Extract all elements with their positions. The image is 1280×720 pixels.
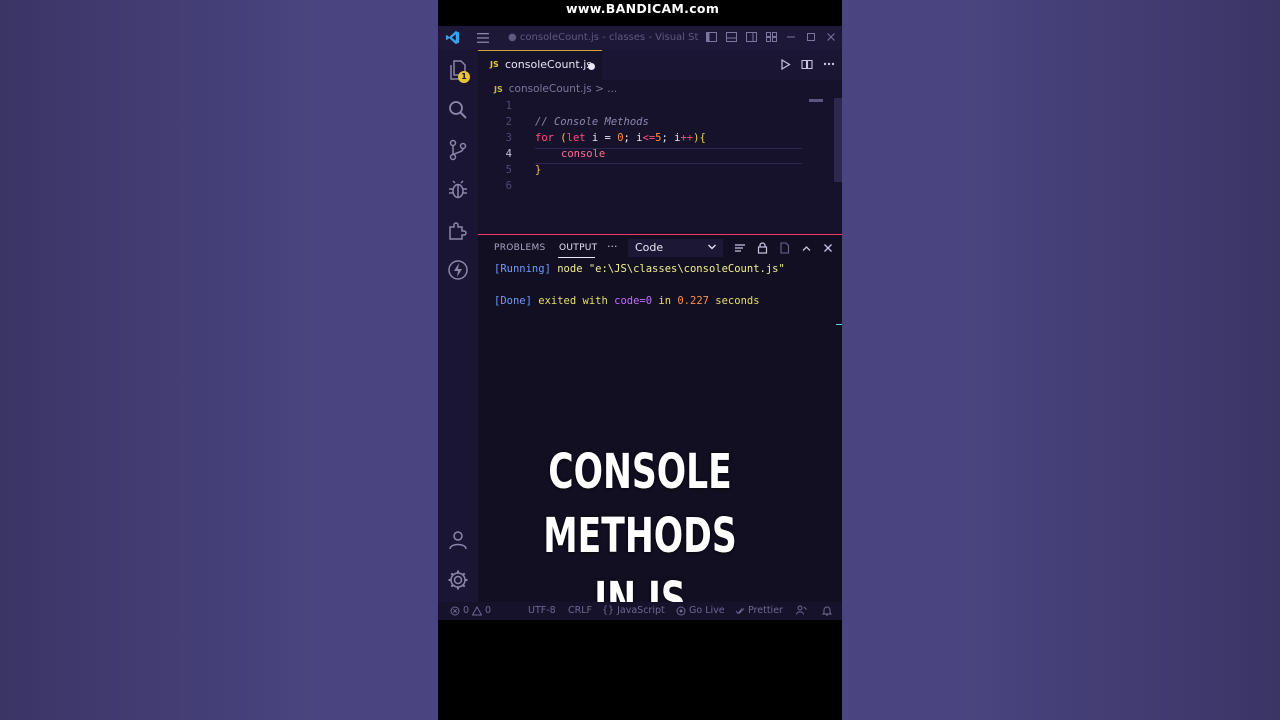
code-line: 5 } [478, 164, 818, 180]
output-channel-value: Code [635, 241, 664, 254]
account-icon[interactable] [446, 528, 470, 552]
code-editor[interactable]: 1 2 // Console Methods 3 for (let i = 0;… [478, 98, 842, 234]
clear-output-icon[interactable] [733, 241, 747, 255]
code-closing-brace: } [535, 164, 542, 176]
active-tab-underline [558, 257, 595, 258]
notifications-bell-icon[interactable] [822, 605, 832, 616]
minimize-icon[interactable] [784, 30, 798, 44]
vscode-window: ● consoleCount.js - classes - Visual St [438, 26, 842, 620]
extensions-icon[interactable] [446, 218, 470, 242]
code-line: 2 // Console Methods [478, 116, 818, 132]
vscode-logo-icon [445, 30, 460, 45]
run-debug-icon[interactable] [446, 178, 470, 202]
double-check-icon [735, 607, 745, 614]
panel-scrollbar-marker [836, 324, 842, 325]
js-file-icon: JS [490, 60, 499, 69]
error-icon [450, 606, 460, 615]
code-line-current: 4 console [478, 148, 818, 164]
open-log-file-icon[interactable] [777, 241, 791, 255]
prettier-label: Prettier [748, 605, 783, 616]
overlay-line-2: METHODS [543, 508, 737, 564]
braces-icon: {} [602, 605, 615, 616]
minimap[interactable] [809, 99, 823, 102]
video-frame: www.BANDICAM.com ● consoleCount.js - cla… [438, 0, 842, 720]
breadcrumb-file[interactable]: consoleCount.js [509, 83, 592, 95]
window-title: ● consoleCount.js - classes - Visual St [508, 32, 699, 43]
close-panel-icon[interactable] [821, 241, 835, 255]
close-window-icon[interactable] [824, 30, 838, 44]
output-channel-select[interactable]: Code [628, 239, 723, 257]
line-number: 6 [505, 180, 512, 192]
warning-icon [472, 605, 483, 615]
go-live-button[interactable]: Go Live [676, 605, 725, 616]
code-line: 1 [478, 100, 818, 116]
thunder-client-icon[interactable] [446, 258, 470, 282]
line-number: 2 [505, 116, 512, 128]
run-code-button[interactable] [778, 57, 792, 71]
language-status[interactable]: {} JavaScript [602, 605, 665, 616]
problems-status[interactable]: 0 0 [450, 605, 491, 616]
broadcast-icon [676, 606, 686, 615]
title-bar: ● consoleCount.js - classes - Visual St [438, 26, 842, 50]
source-control-icon[interactable] [446, 138, 470, 162]
code-line: 3 for (let i = 0; i<=5; i++){ [478, 132, 818, 148]
eol-status[interactable]: CRLF [568, 605, 592, 616]
language-label: JavaScript [617, 605, 665, 616]
editor-tab-bar: JS consoleCount.js [478, 50, 842, 80]
panel-actions [733, 241, 835, 255]
code-for-statement: for (let i = 0; i<=5; i++){ [535, 132, 706, 144]
lock-scroll-icon[interactable] [755, 241, 769, 255]
encoding-status[interactable]: UTF-8 [528, 605, 556, 616]
line-number: 1 [505, 100, 512, 112]
status-bar: 0 0 UTF-8 CRLF {} JavaScript Go Live Pre… [438, 602, 842, 620]
overlay-line-1: CONSOLE [548, 444, 732, 500]
maximize-icon[interactable] [804, 30, 818, 44]
more-actions-button[interactable] [822, 57, 836, 71]
maximize-panel-icon[interactable] [799, 241, 813, 255]
explorer-badge: 1 [458, 71, 470, 83]
bandicam-watermark: www.BANDICAM.com [566, 1, 720, 16]
output-line-done: [Done] exited with code=0 in 0.227 secon… [494, 295, 760, 307]
toggle-sidebar-icon[interactable] [704, 30, 718, 44]
toggle-panel-icon[interactable] [724, 30, 738, 44]
settings-gear-icon[interactable] [446, 568, 470, 592]
warning-count: 0 [485, 605, 492, 616]
customize-layout-icon[interactable] [764, 30, 778, 44]
line-number: 3 [505, 132, 512, 144]
output-line-running: [Running] node "e:\JS\classes\consoleCou… [494, 263, 785, 275]
code-console-identifier: console [561, 148, 606, 160]
prettier-status[interactable]: Prettier [735, 605, 783, 616]
toggle-secondary-sidebar-icon[interactable] [744, 30, 758, 44]
tab-label: consoleCount.js [505, 58, 592, 71]
video-title-overlay: CONSOLE METHODS IN JS [495, 440, 786, 620]
editor-scrollbar[interactable] [834, 98, 842, 182]
code-line: 6 [478, 180, 818, 196]
line-number: 4 [505, 148, 512, 160]
error-count: 0 [463, 605, 470, 616]
line-number: 5 [505, 164, 512, 176]
panel-tabs: PROBLEMS OUTPUT ··· Code [478, 235, 842, 261]
menu-icon[interactable] [476, 32, 490, 44]
unsaved-dot-icon[interactable] [588, 63, 595, 70]
go-live-label: Go Live [689, 605, 725, 616]
editor-actions [778, 57, 836, 71]
panel-more-icon[interactable]: ··· [607, 240, 618, 253]
accounts-status-icon[interactable] [796, 605, 807, 615]
split-editor-button[interactable] [800, 57, 814, 71]
breadcrumb-separator: > ... [595, 83, 618, 95]
activity-bar: 1 [438, 50, 478, 602]
tab-problems[interactable]: PROBLEMS [494, 243, 546, 253]
tab-output[interactable]: OUTPUT [559, 243, 597, 253]
window-controls [704, 30, 838, 44]
tab-consolecount-js[interactable]: JS consoleCount.js [478, 50, 602, 80]
breadcrumb-js-icon: JS [494, 85, 503, 94]
breadcrumb[interactable]: JS consoleCount.js > ... [494, 83, 617, 95]
search-icon[interactable] [446, 98, 470, 122]
code-comment: // Console Methods [535, 116, 649, 128]
chevron-down-icon [708, 244, 716, 250]
